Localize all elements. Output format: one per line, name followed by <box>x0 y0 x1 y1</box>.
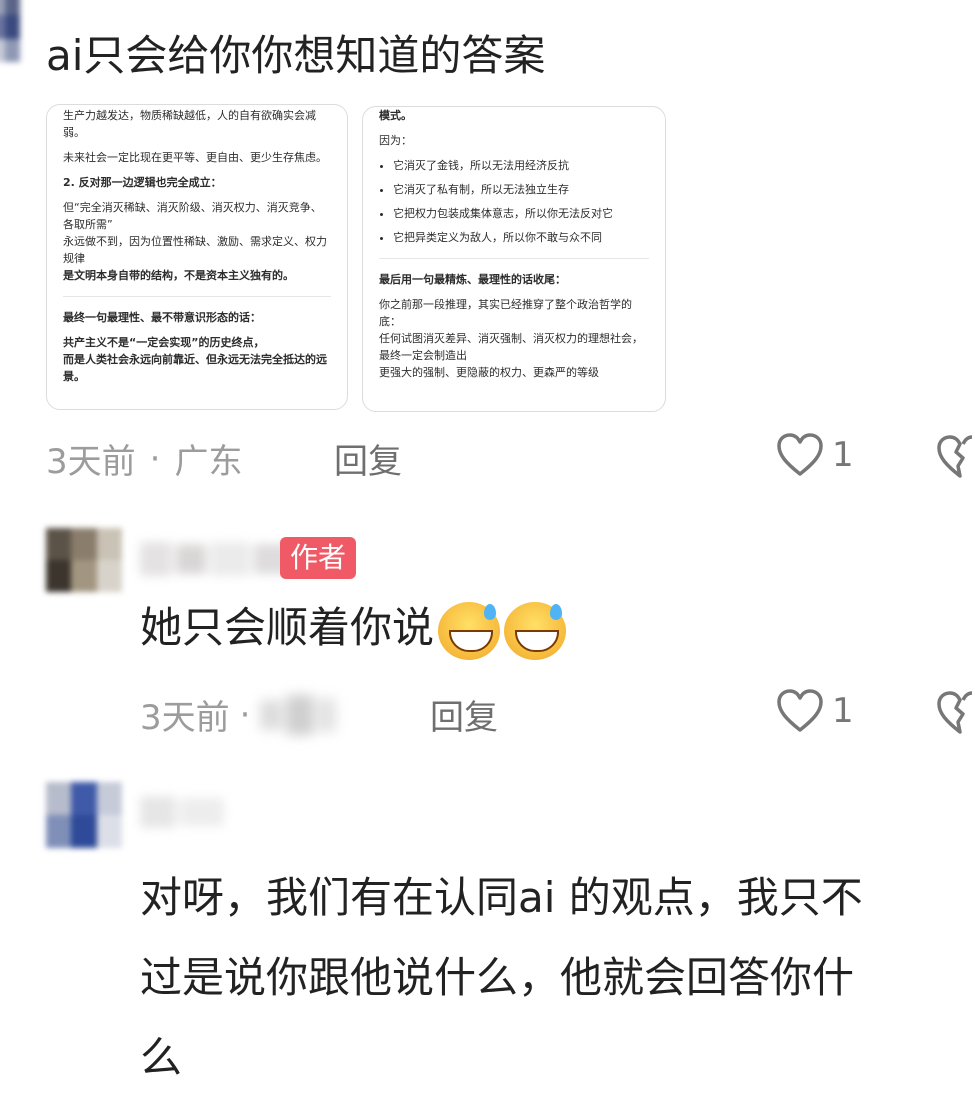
meta-separator: · <box>149 438 161 479</box>
image-list-item: 它把权力包装成集体意志，所以你无法反对它 <box>393 205 649 222</box>
grin-sweat-emoji <box>438 601 501 660</box>
like-count: 1 <box>832 435 854 475</box>
image-text: 任何试图消灭差异、消灭强制、消灭权力的理想社会， <box>379 332 643 345</box>
heart-icon <box>777 689 823 732</box>
comment-text: 对呀，我们有在认同ai 的观点，我只不 过是说你跟他说什么，他就会回答你什 么 <box>140 858 863 1098</box>
image-text: 2. 反对那一边逻辑也完全成立： <box>63 176 222 189</box>
comment-meta: 3天前 · <box>140 690 337 739</box>
like-count: 1 <box>832 691 854 731</box>
broken-heart-icon[interactable] <box>936 434 975 480</box>
broken-heart-icon[interactable] <box>936 690 975 736</box>
username-blurred[interactable] <box>140 542 290 576</box>
comment-image[interactable]: 生产力越发达，物质稀缺越低，人的自有欲确实会减弱。 未来社会一定比现在更平等、更… <box>46 104 348 410</box>
image-text: 更强大的强制、更隐蔽的权力、更森严的等级 <box>379 366 599 379</box>
image-list-item: 它把异类定义为敌人，所以你不敢与众不同 <box>393 229 649 246</box>
comment-meta: 3天前 · 广东 <box>46 434 242 483</box>
image-text: 最终一句最理性、最不带意识形态的话： <box>63 311 261 324</box>
comment-text-line: 么 <box>140 1033 183 1082</box>
image-list-item: 它消灭了金钱，所以无法用经济反抗 <box>393 157 649 174</box>
image-list: 它消灭了金钱，所以无法用经济反抗 它消灭了私有制，所以无法独立生存 它把权力包装… <box>379 157 649 246</box>
comment-location: 广东 <box>174 442 243 482</box>
username-blurred[interactable] <box>140 796 224 828</box>
avatar[interactable] <box>0 0 20 62</box>
image-text: 生产力越发达，物质稀缺越低，人的自有欲确实会减弱。 <box>63 109 316 139</box>
comment-text: ai只会给你你想知道的答案 <box>46 31 546 80</box>
comment-text: 她只会顺着你说 <box>140 598 567 660</box>
comment-time: 3天前 <box>140 698 230 738</box>
comment-image[interactable]: 模式。 因为： 它消灭了金钱，所以无法用经济反抗 它消灭了私有制，所以无法独立生… <box>362 106 666 412</box>
image-content: 生产力越发达，物质稀缺越低，人的自有欲确实会减弱。 未来社会一定比现在更平等、更… <box>63 107 331 385</box>
image-text: 而是人类社会永远向前靠近、但永远无法完全抵达的远景。 <box>63 353 327 383</box>
meta-separator: · <box>239 694 251 735</box>
image-text: 是文明本身自带的结构，不是资本主义独有的。 <box>63 269 294 282</box>
image-list-item: 它消灭了私有制，所以无法独立生存 <box>393 181 649 198</box>
comment-text-line: 对呀，我们有在认同ai 的观点，我只不 <box>140 873 863 922</box>
comment-text-line: 过是说你跟他说什么，他就会回答你什 <box>140 953 855 1002</box>
image-text: 共产主义不是“一定会实现”的历史终点， <box>63 336 265 349</box>
image-text: 模式。 <box>379 109 412 122</box>
image-text: 未来社会一定比现在更平等、更自由、更少生存焦虑。 <box>63 151 327 164</box>
like-button[interactable]: 1 <box>776 432 854 478</box>
heart-icon <box>777 433 823 476</box>
comment-text-content: 她只会顺着你说 <box>140 603 435 652</box>
reply-button[interactable]: 回复 <box>430 690 498 739</box>
image-text: 因为： <box>379 134 412 147</box>
image-content: 模式。 因为： 它消灭了金钱，所以无法用经济反抗 它消灭了私有制，所以无法独立生… <box>379 107 649 381</box>
like-button[interactable]: 1 <box>776 688 854 734</box>
reply-button[interactable]: 回复 <box>334 434 402 483</box>
location-blurred <box>260 694 337 735</box>
image-text: 永远做不到，因为位置性稀缺、激励、需求定义、权力规律 <box>63 235 327 265</box>
avatar[interactable] <box>46 782 122 848</box>
image-text: 最后用一句最精炼、最理性的话收尾： <box>379 273 566 286</box>
divider <box>63 296 331 297</box>
avatar[interactable] <box>46 528 122 592</box>
divider <box>379 258 649 259</box>
comment-time: 3天前 <box>46 442 136 482</box>
author-badge: 作者 <box>280 537 357 579</box>
image-text: 最终一定会制造出 <box>379 349 467 362</box>
image-text: 你之前那一段推理，其实已经推穿了整个政治哲学的底： <box>379 298 632 328</box>
image-text: 但“完全消灭稀缺、消灭阶级、消灭权力、消灭竞争、各取所需” <box>63 201 322 231</box>
grin-sweat-emoji <box>504 601 567 660</box>
